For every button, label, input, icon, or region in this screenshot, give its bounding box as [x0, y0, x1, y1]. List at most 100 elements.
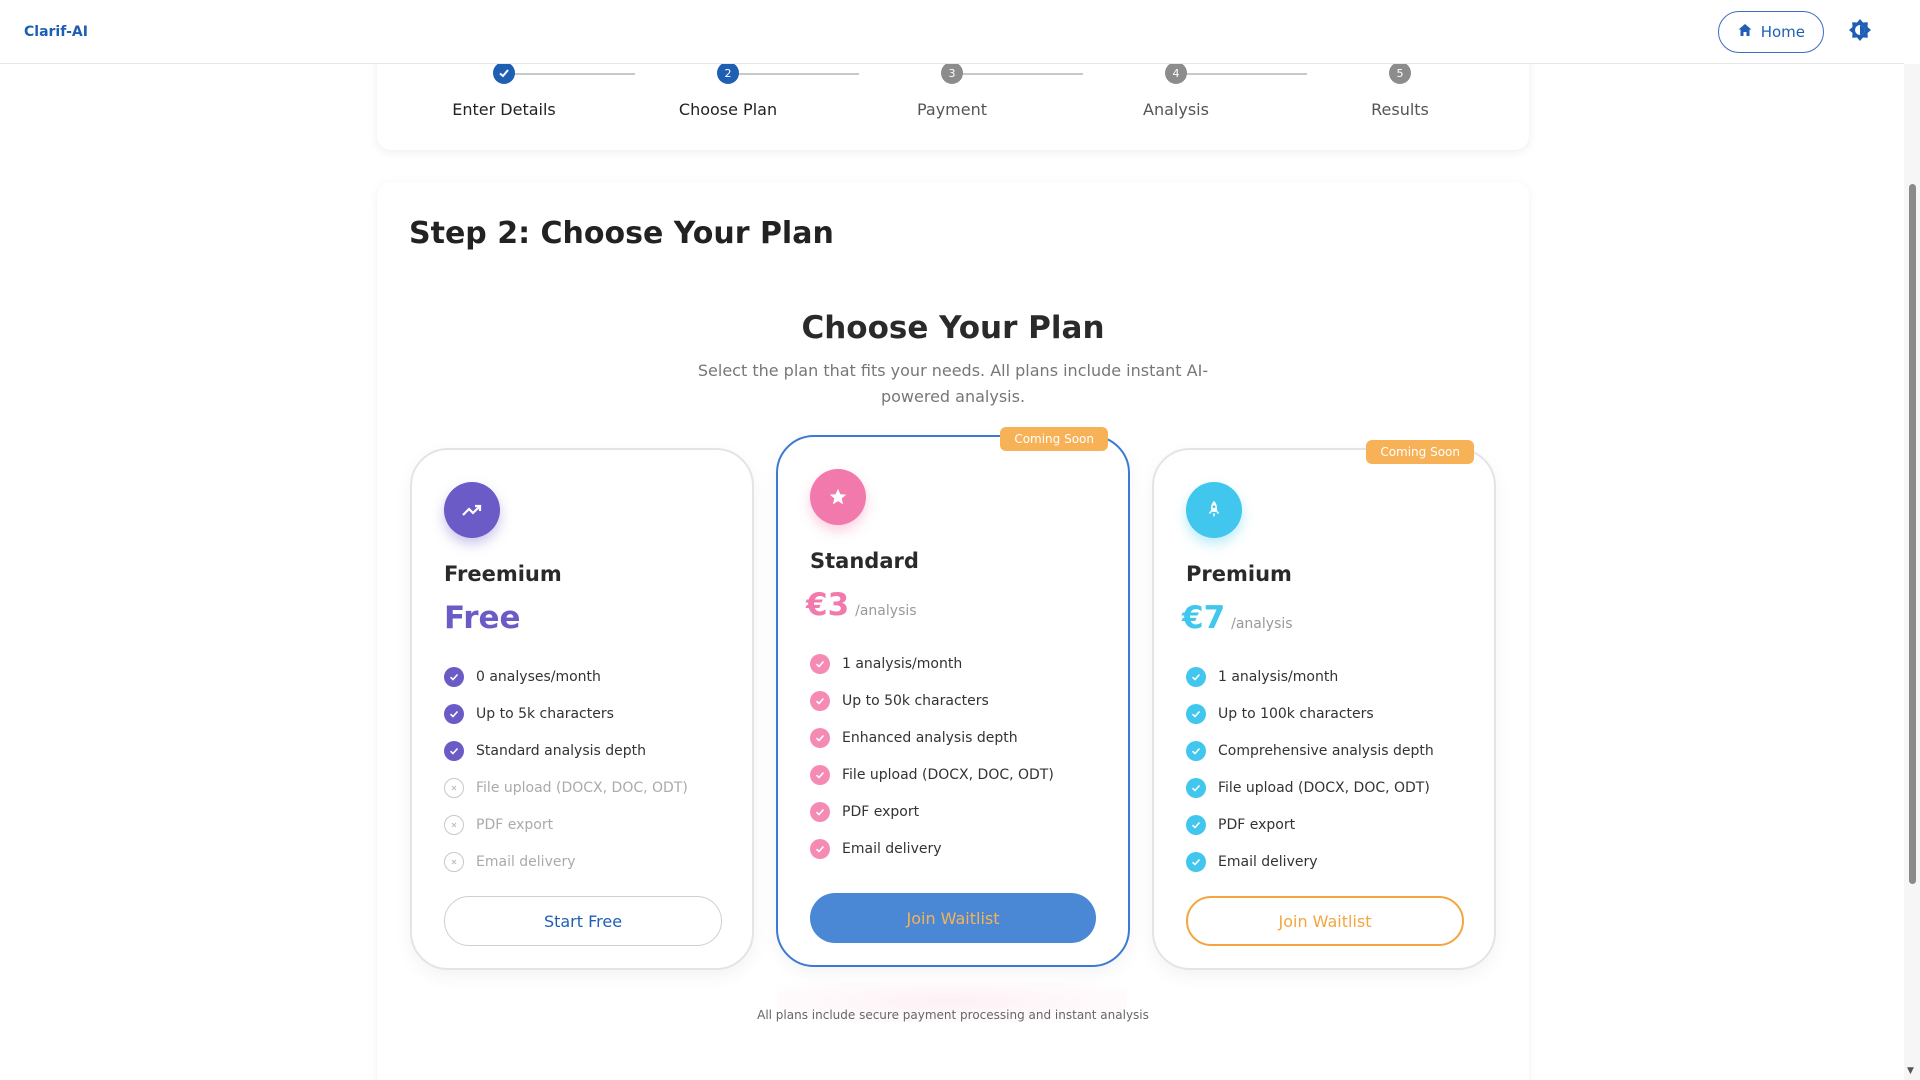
coming-soon-badge: Coming Soon [1000, 427, 1108, 451]
check-circle-icon [444, 740, 464, 761]
check-icon [493, 62, 515, 84]
check-circle-icon [1186, 777, 1206, 798]
step-title: Step 2: Choose Your Plan [409, 216, 834, 251]
feature-item: 0 analyses/month [444, 658, 688, 695]
step-number: 4 [1165, 62, 1187, 84]
price-unit: /analysis [1231, 616, 1293, 632]
price-value: €3 [806, 587, 850, 623]
plan-card-standard[interactable]: Coming Soon Standard €3/analysis 1 analy… [776, 427, 1130, 967]
footnote: All plans include secure payment process… [757, 1008, 1149, 1022]
feature-text: Email delivery [476, 853, 576, 870]
feature-text: File upload (DOCX, DOC, ODT) [842, 766, 1054, 783]
feature-text: 0 analyses/month [476, 668, 601, 685]
step-label: Results [1371, 100, 1429, 119]
feature-item: Up to 50k characters [810, 682, 1054, 719]
feature-item: Up to 100k characters [1186, 695, 1434, 732]
trending-up-icon [444, 482, 500, 538]
step-label: Payment [916, 100, 988, 119]
plan-selection-card: Step 2: Choose Your Plan Choose Your Pla… [377, 182, 1529, 1080]
plan-price: Free [444, 600, 521, 636]
brightness-icon [1848, 18, 1872, 46]
section-subtitle: Select the plan that fits your needs. Al… [697, 361, 1209, 406]
start-free-button[interactable]: Start Free [444, 896, 722, 946]
feature-item: Email delivery [444, 843, 688, 880]
feature-text: Up to 100k characters [1218, 705, 1374, 722]
plan-card-freemium[interactable]: Freemium Free 0 analyses/month Up to 5k … [410, 448, 754, 970]
feature-text: Email delivery [1218, 853, 1318, 870]
check-circle-icon [1186, 851, 1206, 872]
feature-list: 0 analyses/month Up to 5k characters Sta… [444, 658, 688, 880]
brand-logo[interactable]: Clarif-AI [24, 24, 88, 40]
theme-toggle-button[interactable] [1840, 12, 1880, 52]
check-circle-icon [444, 666, 464, 687]
feature-text: Email delivery [842, 840, 942, 857]
feature-text: Up to 50k characters [842, 692, 989, 709]
step-number: 3 [941, 62, 963, 84]
step-analysis[interactable]: 4 Analysis [1096, 62, 1256, 119]
feature-item: PDF export [444, 806, 688, 843]
feature-text: 1 analysis/month [1218, 668, 1339, 685]
check-circle-icon [810, 801, 830, 822]
check-circle-icon [810, 653, 830, 674]
top-bar: Clarif-AI Home [0, 0, 1904, 64]
feature-item: PDF export [810, 793, 1054, 830]
x-circle-icon [444, 777, 464, 798]
plan-card-premium[interactable]: Coming Soon Premium €7/analysis 1 analys… [1152, 440, 1496, 970]
check-circle-icon [1186, 740, 1206, 761]
plan-name: Freemium [444, 562, 562, 586]
step-results[interactable]: 5 Results [1320, 62, 1480, 119]
join-waitlist-button[interactable]: Join Waitlist [1186, 896, 1464, 946]
scrollbar-thumb[interactable] [1909, 184, 1916, 884]
step-label: Choose Plan [678, 100, 778, 119]
feature-text: PDF export [842, 803, 920, 820]
check-circle-icon [810, 727, 830, 748]
plan-price: €7/analysis [1182, 600, 1293, 636]
feature-text: Enhanced analysis depth [842, 729, 1018, 746]
step-number: 5 [1389, 62, 1411, 84]
feature-text: Up to 5k characters [476, 705, 614, 722]
join-waitlist-button[interactable]: Join Waitlist [810, 893, 1096, 943]
step-payment[interactable]: 3 Payment [872, 62, 1032, 119]
home-button-label: Home [1760, 22, 1805, 41]
x-circle-icon [444, 851, 464, 872]
feature-item: File upload (DOCX, DOC, ODT) [810, 756, 1054, 793]
check-circle-icon [1186, 814, 1206, 835]
feature-text: File upload (DOCX, DOC, ODT) [476, 779, 688, 796]
plan-name: Standard [810, 549, 919, 573]
feature-item: Email delivery [1186, 843, 1434, 880]
feature-item: File upload (DOCX, DOC, ODT) [444, 769, 688, 806]
price-unit: /analysis [855, 603, 917, 619]
feature-text: File upload (DOCX, DOC, ODT) [1218, 779, 1430, 796]
page-scrollbar[interactable]: ▼ [1904, 64, 1920, 1080]
price-value: €7 [1182, 600, 1226, 636]
price-value: Free [444, 600, 521, 636]
step-enter-details[interactable]: Enter Details [424, 62, 584, 119]
step-label: Enter Details [452, 100, 556, 119]
feature-item: Up to 5k characters [444, 695, 688, 732]
feature-item: 1 analysis/month [810, 645, 1054, 682]
check-circle-icon [1186, 703, 1206, 724]
feature-item: Standard analysis depth [444, 732, 688, 769]
feature-list: 1 analysis/month Up to 50k characters En… [810, 645, 1054, 867]
check-circle-icon [810, 838, 830, 859]
top-actions: Home [1717, 10, 1880, 53]
feature-item: Email delivery [810, 830, 1054, 867]
feature-text: 1 analysis/month [842, 655, 963, 672]
feature-text: Standard analysis depth [476, 742, 647, 759]
step-number: 2 [717, 62, 739, 84]
feature-item: 1 analysis/month [1186, 658, 1434, 695]
feature-item: Enhanced analysis depth [810, 719, 1054, 756]
home-icon [1737, 22, 1753, 42]
feature-item: Comprehensive analysis depth [1186, 732, 1434, 769]
step-choose-plan[interactable]: 2 Choose Plan [648, 62, 808, 119]
check-circle-icon [810, 764, 830, 785]
star-icon [810, 469, 866, 525]
feature-text: PDF export [1218, 816, 1296, 833]
scroll-down-arrow-icon[interactable]: ▼ [1907, 1066, 1914, 1076]
home-button[interactable]: Home [1717, 10, 1824, 53]
rocket-icon [1186, 482, 1242, 538]
feature-text: PDF export [476, 816, 554, 833]
x-circle-icon [444, 814, 464, 835]
step-label: Analysis [1143, 100, 1209, 119]
feature-text: Comprehensive analysis depth [1218, 742, 1434, 759]
